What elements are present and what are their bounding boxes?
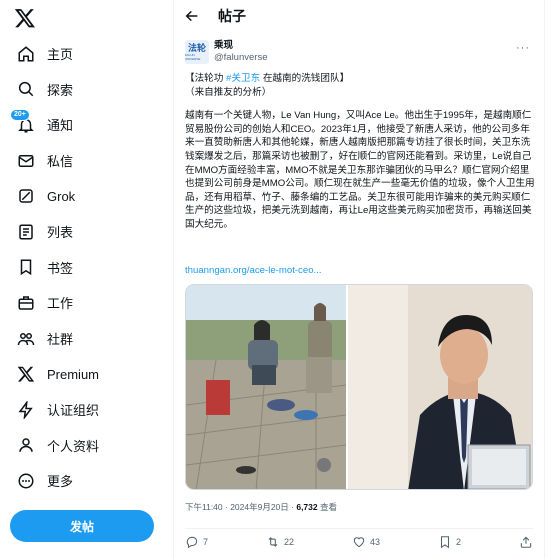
- nav-item-premium[interactable]: Premium: [0, 356, 172, 392]
- retweet-button[interactable]: 22: [266, 535, 294, 549]
- nav-item-explore[interactable]: 探索: [0, 72, 172, 108]
- nav-label: 列表: [47, 225, 74, 241]
- tweet-body: 越南有一个关键人物，Le Van Hung，又叫Ace Le。他出生于1995年…: [185, 110, 535, 230]
- nav-item-grok[interactable]: Grok: [0, 178, 172, 214]
- nav-label: 社群: [47, 332, 74, 348]
- reply-count: 7: [203, 537, 209, 547]
- page-title: 帖子: [218, 8, 246, 24]
- nav-menu: 主页 探索 20+ 通知 私信 Grok 列表 书签 工作 社群 Premium…: [0, 36, 172, 499]
- nav-label: 认证组织: [47, 403, 100, 419]
- heart-icon: [353, 537, 365, 548]
- nav-item-home[interactable]: 主页: [0, 36, 172, 72]
- avatar-text: 法轮: [187, 43, 206, 53]
- nav-label: Premium: [47, 366, 100, 382]
- briefcase-icon: [16, 293, 36, 313]
- notification-badge: 20+: [10, 108, 30, 121]
- tweet-author[interactable]: 法轮 FALUN UNIVERSE 乘现 @falunverse: [185, 40, 267, 64]
- nav-label: 个人资料: [47, 438, 100, 454]
- reply-icon: [186, 536, 198, 549]
- nav-item-more[interactable]: 更多: [0, 463, 172, 499]
- bookmark-icon: [16, 257, 36, 277]
- hashtag-link[interactable]: #关卫东: [226, 73, 260, 84]
- more-options-icon[interactable]: ···: [516, 42, 530, 54]
- share-icon: [520, 536, 532, 548]
- people-icon: [16, 329, 36, 349]
- nav-label: 主页: [47, 47, 74, 63]
- bookmark-count: 2: [456, 537, 462, 547]
- nav-item-communities[interactable]: 社群: [0, 321, 172, 357]
- post-button[interactable]: 发帖: [10, 510, 154, 542]
- user-handle[interactable]: @falunverse: [214, 52, 267, 64]
- media-photo-portrait[interactable]: [348, 285, 532, 489]
- nav-item-lists[interactable]: 列表: [0, 214, 172, 250]
- media-photo-street-vendor[interactable]: [186, 285, 346, 489]
- x-logo-icon: [16, 364, 36, 384]
- nav-item-notifications[interactable]: 20+ 通知: [0, 107, 172, 143]
- bell-icon: 20+: [10, 108, 36, 135]
- nav-item-profile[interactable]: 个人资料: [0, 428, 172, 464]
- article-link[interactable]: thuanngan.org/ace-le-mot-ceo...: [185, 265, 322, 276]
- nav-label: 工作: [47, 296, 74, 312]
- list-icon: [16, 222, 36, 242]
- nav-label: 书签: [47, 260, 74, 276]
- tweet-timestamp[interactable]: 下午11:40 · 2024年9月20日 ·: [185, 502, 296, 512]
- lightning-icon: [16, 400, 36, 420]
- sidebar: 主页 探索 20+ 通知 私信 Grok 列表 书签 工作 社群 Premium…: [0, 0, 172, 559]
- nav-label: 私信: [47, 154, 74, 170]
- x-logo-icon[interactable]: [14, 7, 36, 29]
- home-icon: [16, 44, 36, 64]
- retweet-icon: [268, 537, 278, 547]
- like-count: 43: [370, 537, 381, 547]
- nav-label: 更多: [47, 474, 74, 490]
- nav-label: 通知: [47, 118, 74, 134]
- retweet-count: 22: [284, 537, 295, 547]
- bookmark-icon: [440, 536, 450, 549]
- main-column: 帖子 法轮 FALUN UNIVERSE 乘现 @falunverse ··· …: [173, 0, 545, 559]
- tweet-media[interactable]: [185, 284, 533, 490]
- nav-label: 探索: [47, 82, 74, 98]
- like-button[interactable]: 43: [352, 535, 380, 549]
- back-arrow-icon[interactable]: [184, 8, 200, 24]
- person-icon: [16, 435, 36, 455]
- tweet-line1-prefix: 【法轮功: [185, 73, 227, 84]
- nav-item-verified-orgs[interactable]: 认证组织: [0, 392, 172, 428]
- avatar-subtext: FALUN UNIVERSE: [185, 53, 201, 61]
- page-header: 帖子: [174, 0, 544, 32]
- nav-item-messages[interactable]: 私信: [0, 143, 172, 179]
- mail-icon: [16, 151, 36, 171]
- search-icon: [16, 79, 36, 99]
- reply-button[interactable]: 7: [185, 535, 208, 549]
- avatar[interactable]: 法轮 FALUN UNIVERSE: [185, 40, 209, 64]
- nav-label: Grok: [47, 188, 76, 204]
- tweet-line1-suffix: 在越南的洗钱团队】: [260, 73, 350, 84]
- grok-icon: [16, 186, 36, 206]
- view-count: 6,732: [296, 502, 318, 512]
- share-button[interactable]: [519, 535, 533, 549]
- views-label: 查看: [317, 502, 337, 512]
- tweet-line2: （来自推友的分析）: [185, 86, 272, 98]
- tweet-text: 【法轮功 #关卫东 在越南的洗钱团队】 （来自推友的分析） 越南有一个关键人物，…: [185, 72, 535, 242]
- tweet-actions: 7 22 43 2: [185, 528, 533, 549]
- display-name[interactable]: 乘现: [214, 40, 267, 52]
- tweet-meta: 下午11:40 · 2024年9月20日 · 6,732 查看: [185, 501, 337, 513]
- nav-item-bookmarks[interactable]: 书签: [0, 250, 172, 286]
- bookmark-button[interactable]: 2: [438, 535, 461, 549]
- more-circle-icon: [16, 471, 36, 491]
- nav-item-jobs[interactable]: 工作: [0, 285, 172, 321]
